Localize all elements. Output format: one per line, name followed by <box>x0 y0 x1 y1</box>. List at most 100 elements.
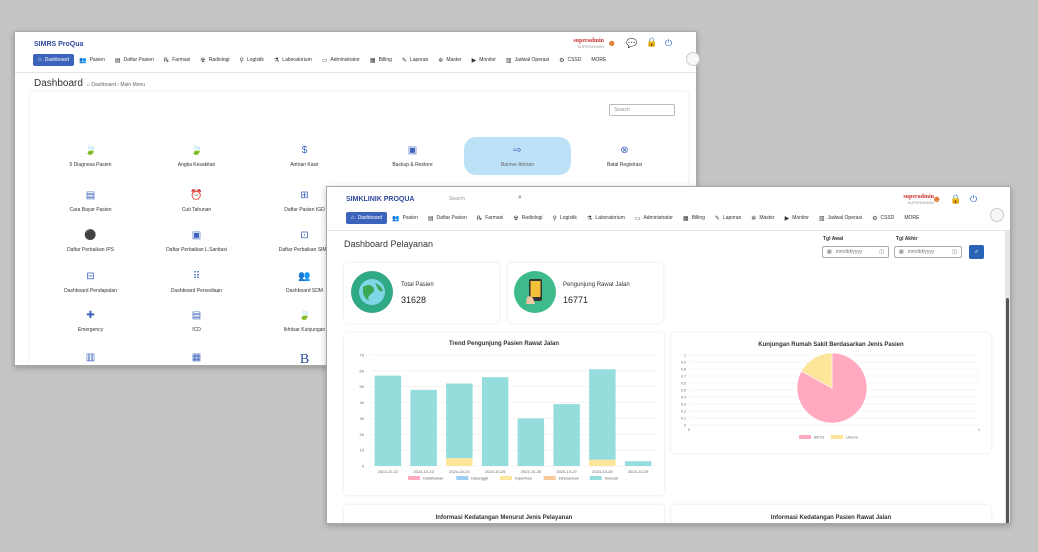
tile-icd[interactable]: ▤ ICD <box>143 302 250 340</box>
calendar-picker-icon[interactable]: ◫ <box>879 249 884 255</box>
menu-item-daftar-pasien[interactable]: ▤ Daftar Pasien <box>423 212 472 224</box>
menu-icon: ▭ <box>321 57 328 64</box>
menu-item-dashboard[interactable]: ⌂ Dashboard <box>346 212 388 224</box>
menu-item-master[interactable]: ✲ Master <box>433 54 466 66</box>
menu-item-cssd[interactable]: ⚙ CSSD <box>554 54 586 66</box>
menu-item-monitor[interactable]: ▶ Monitor <box>780 212 814 224</box>
menu-item-administrator[interactable]: ▭ Administrator <box>630 212 678 224</box>
menu-item-laboratorium[interactable]: ⚗ Laboratorium <box>269 54 317 66</box>
legend-swatch <box>543 476 556 480</box>
user-info[interactable]: superadmin SUPERADMIN <box>573 38 604 50</box>
menu-label: Laporan <box>409 57 429 63</box>
menu-item-laporan[interactable]: ✎ Laporan <box>397 54 433 66</box>
menu-item-master[interactable]: ✲ Master <box>746 212 779 224</box>
settings-icon[interactable] <box>990 208 1004 222</box>
menu-item-pasien[interactable]: 👥 Pasien <box>74 54 110 66</box>
menu-icon: ℞ <box>163 57 170 64</box>
tile-cuti-tahunan[interactable]: ⏰ Cuti Tahunan <box>143 182 250 220</box>
menu-item-more[interactable]: MORE <box>899 212 924 224</box>
x-tick-label: 2024-10-22 <box>378 469 399 474</box>
search-input[interactable]: Search <box>609 104 675 116</box>
menu-label: Administrator <box>330 57 360 63</box>
menu-item-farmasi[interactable]: ℞ Farmasi <box>472 212 508 224</box>
tile-daftar-perbaikan-ips[interactable]: ⚫ Daftar Perbaikan IPS <box>37 222 144 260</box>
menu-label: Administrator <box>643 215 673 221</box>
menu-icon: ▶ <box>471 57 477 64</box>
avatar[interactable]: ☻ <box>607 38 616 48</box>
menu-label: Logistik <box>559 215 577 221</box>
tile-item-31[interactable]: ▦ <box>143 344 250 365</box>
tile-emergency[interactable]: ✚ Emergency <box>37 302 144 340</box>
bar-selesai <box>481 377 509 466</box>
y-tick-label: 0 <box>362 464 365 469</box>
tile-daftar-perbaikan-l-sanitasi[interactable]: ▣ Daftar Perbaikan L.Sanitasi <box>143 222 250 260</box>
menu-icon: ✎ <box>714 215 720 222</box>
breadcrumb[interactable]: ⌂ Dashboard › Main Menu <box>87 82 145 88</box>
tile-icon: 🍃 <box>190 145 203 156</box>
tile-5-diagnosa-pasien[interactable]: 🍃 5 Diagnosa Pasien <box>37 137 144 175</box>
scrollbar[interactable] <box>1005 230 1010 523</box>
power-icon[interactable]: ⏻ <box>970 194 977 204</box>
menu-item-monitor[interactable]: ▶ Monitor <box>467 54 501 66</box>
tile-cara-bayar-pasien[interactable]: ▤ Cara Bayar Pasien <box>37 182 144 220</box>
y-tick-label: 0.8 <box>681 368 686 372</box>
tile-dashboard-persediaan[interactable]: ⠿ Dashboard Persediaan <box>143 263 250 301</box>
menu-item-administrator[interactable]: ▭ Administrator <box>317 54 365 66</box>
legend-swatch <box>408 476 420 480</box>
menu-item-jadwal-operasi[interactable]: ▥ Jadwal Operasi <box>814 212 867 224</box>
tile-label: 5 Diagnosa Pasien <box>69 162 112 168</box>
bar-selesai <box>553 404 580 466</box>
app-brand[interactable]: SIMRS ProQua <box>34 41 83 48</box>
tile-label: Daftar Perbaikan SIMR <box>278 247 331 253</box>
x-tick-label: 2024-10-27 <box>556 469 577 474</box>
menu-icon: ▥ <box>505 57 512 64</box>
end-date-input[interactable]: ▦ mm/dd/yyyy ◫ <box>894 246 962 258</box>
menu-item-billing[interactable]: ▦ Billing <box>365 54 397 66</box>
tile-antrian-kasir[interactable]: $ Antrian Kasir <box>251 137 358 175</box>
y-tick-label: 10 <box>360 448 365 453</box>
tile-angka-kesakitan[interactable]: 🍃 Angka Kesakitan <box>143 137 250 175</box>
menu-item-laporan[interactable]: ✎ Laporan <box>710 212 746 224</box>
menu-item-jadwal-operasi[interactable]: ▥ Jadwal Operasi <box>501 54 554 66</box>
y-tick-label: 50 <box>360 384 365 389</box>
menu-label: MORE <box>904 215 920 221</box>
menu-item-logistik[interactable]: ⚲ Logistik <box>235 54 269 66</box>
scrollbar-thumb[interactable] <box>1006 298 1009 523</box>
menu-item-radiologi[interactable]: ☢ Radiologi <box>195 54 234 66</box>
power-icon[interactable]: ⏻ <box>665 38 672 48</box>
start-date-input[interactable]: ▦ mm/dd/yyyy ◫ <box>822 246 889 258</box>
lock-icon[interactable]: 🔒 <box>950 194 961 204</box>
settings-icon[interactable] <box>686 52 700 66</box>
menu-item-logistik[interactable]: ⚲ Logistik <box>548 212 582 224</box>
app-brand[interactable]: SIMKLINIK PROQUA <box>346 196 414 203</box>
tile-dashboard-pendapatan[interactable]: ⊟ Dashboard Pendapatan <box>37 263 144 301</box>
user-info[interactable]: superadmin SUPERADMIN <box>903 194 934 206</box>
chat-icon[interactable]: 💬 <box>626 38 637 48</box>
y-tick-label: 0.4 <box>681 396 686 400</box>
avatar[interactable]: ☻ <box>932 194 941 204</box>
menu-item-daftar-pasien[interactable]: ▤ Daftar Pasien <box>110 54 159 66</box>
menu-item-cssd[interactable]: ⚙ CSSD <box>867 212 899 224</box>
menu-icon: ✲ <box>751 215 757 222</box>
page-title: Dashboard <box>34 78 83 89</box>
jenis-pasien-pie-chart: 1 0.9 0.8 0.7 0.6 0.5 0.4 0.3 0.2 0.1 00 1 BPJS Umum <box>681 352 980 440</box>
menu-item-radiologi[interactable]: ☢ Radiologi <box>508 212 547 224</box>
tile-batal-registrasi[interactable]: ⊗ Batal Registrasi <box>571 137 678 175</box>
tile-item-30[interactable]: ▥ <box>37 344 144 365</box>
tile-backup-restore[interactable]: ▣ Backup & Restore <box>359 137 466 175</box>
menu-item-pasien[interactable]: 👥 Pasien <box>387 212 423 224</box>
tile-label: Cuti Tahunan <box>181 207 212 213</box>
menu-item-laboratorium[interactable]: ⚗ Laboratorium <box>582 212 630 224</box>
calendar-picker-icon[interactable]: ◫ <box>952 249 957 255</box>
menu-item-billing[interactable]: ▦ Billing <box>678 212 710 224</box>
menu-item-dashboard[interactable]: ⌂ Dashboard <box>33 54 75 66</box>
tile-icon: ▥ <box>85 352 96 363</box>
menu-item-farmasi[interactable]: ℞ Farmasi <box>159 54 195 66</box>
search-icon[interactable]: ⌕ <box>518 194 522 202</box>
tile-banner-antrian[interactable]: ⇨ Banner Antrian <box>464 137 571 175</box>
search-button[interactable]: ⌕ <box>969 245 984 259</box>
global-search-input[interactable]: Search <box>449 196 465 202</box>
lock-icon[interactable]: 🔒 <box>646 37 657 47</box>
menu-item-more[interactable]: MORE <box>586 54 611 66</box>
menu-icon: 👥 <box>392 215 400 222</box>
